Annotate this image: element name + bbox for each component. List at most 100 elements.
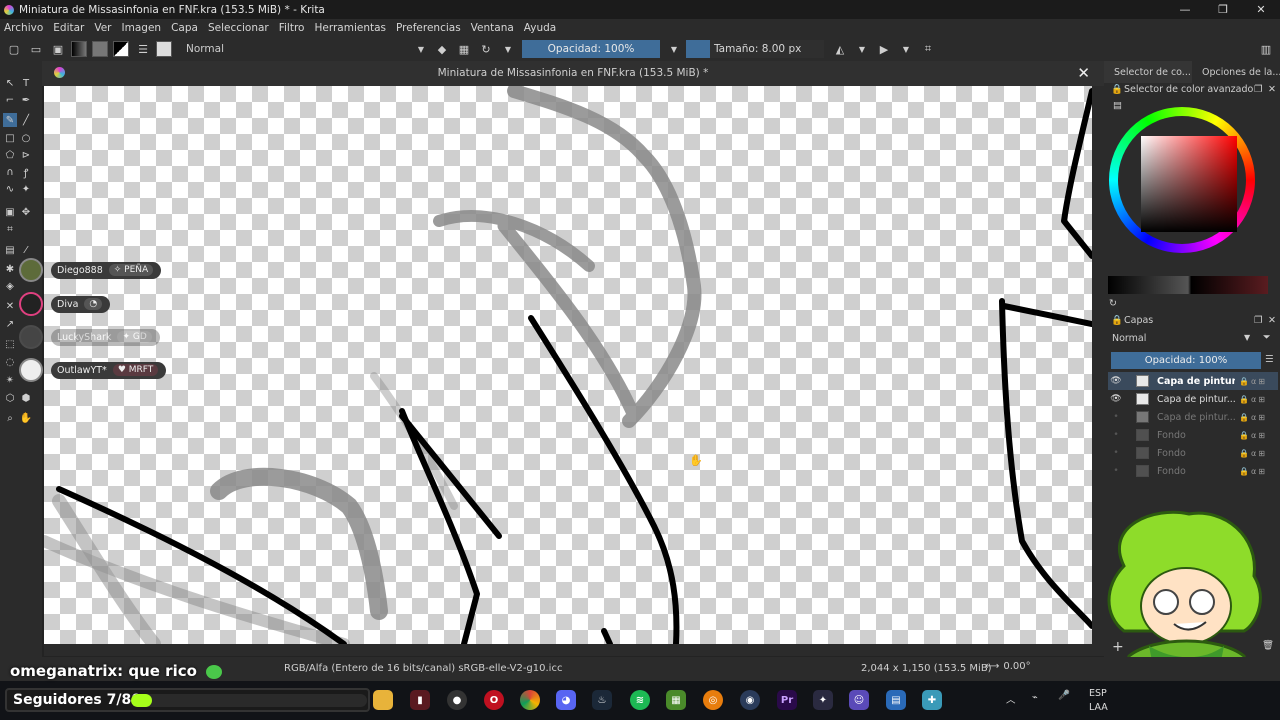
tab-color-selector[interactable]: Selector de co... <box>1104 61 1192 83</box>
magic-wand-icon[interactable]: ✴ <box>3 373 17 387</box>
layer-row[interactable]: • Fondo 🔒α⊞ <box>1108 462 1278 480</box>
language-bottom[interactable]: LAA <box>1089 702 1108 713</box>
dynamic-brush-icon[interactable]: ∿ <box>3 182 17 196</box>
fg-bg-color-swatch[interactable] <box>113 41 129 57</box>
eye-hidden-icon[interactable]: • <box>1108 412 1124 422</box>
minecraft-icon[interactable]: ▦ <box>666 690 686 710</box>
tray-chevron-icon[interactable]: ︿ <box>1006 692 1016 706</box>
blender-icon[interactable]: ◎ <box>703 690 723 710</box>
puzzle-icon[interactable]: ✚ <box>922 690 942 710</box>
open-file-icon[interactable]: ▭ <box>28 41 44 57</box>
app-icon-red[interactable]: ▮ <box>410 690 430 710</box>
save-icon[interactable]: ▣ <box>50 41 66 57</box>
mirror-horizontal-icon[interactable]: ◭ <box>832 41 848 57</box>
file-explorer-icon[interactable] <box>373 690 393 710</box>
eraser-icon[interactable]: ◆ <box>434 41 450 57</box>
blend-mode-select[interactable]: Normal ▼ <box>180 40 428 58</box>
close-document-icon[interactable]: ✕ <box>1077 64 1090 82</box>
edit-shapes-icon[interactable]: ⌐ <box>3 93 17 107</box>
steam-app-icon[interactable]: ◉ <box>740 690 760 710</box>
eye-icon[interactable]: 👁 <box>1108 376 1124 386</box>
pattern-swatch[interactable] <box>92 41 108 57</box>
network-icon[interactable]: ⌁ <box>1032 692 1038 703</box>
layer-row[interactable]: • Fondo 🔒α⊞ <box>1108 444 1278 462</box>
chevron-down-icon[interactable]: ▼ <box>854 41 870 57</box>
gradient-swatch[interactable] <box>71 41 87 57</box>
refresh-icon[interactable]: ↻ <box>1109 298 1117 309</box>
filter-icon[interactable]: ⏷ <box>1263 332 1271 343</box>
float-panel-icon[interactable]: ❐ <box>1254 315 1263 326</box>
layer-row[interactable]: 👁 Capa de pintur... 🔒α⊞ <box>1108 390 1278 408</box>
layer-opacity-slider[interactable]: Opacidad: 100% <box>1111 352 1261 369</box>
close-panel-icon[interactable]: ✕ <box>1268 315 1276 326</box>
text-tool-icon[interactable]: T <box>19 76 33 90</box>
alpha-lock-icon[interactable]: ▦ <box>456 41 472 57</box>
rect-select-icon[interactable]: ⬚ <box>3 337 17 351</box>
ellipse-select-icon[interactable]: ◌ <box>3 355 17 369</box>
saturation-value-square[interactable] <box>1141 136 1237 232</box>
mirror-vertical-icon[interactable]: ▶ <box>876 41 892 57</box>
close-button[interactable]: ✕ <box>1242 0 1280 19</box>
pan-tool-icon[interactable]: ✋ <box>19 411 33 425</box>
freehand-path-icon[interactable]: ꝭ <box>19 165 33 179</box>
layer-row[interactable]: • Capa de pintur... 🔒α⊞ <box>1108 408 1278 426</box>
layer-flags[interactable]: 🔒α⊞ <box>1239 413 1267 422</box>
dock-toggle-icon[interactable]: ▥ <box>1258 41 1274 57</box>
color-history-bar[interactable] <box>1108 276 1268 294</box>
brush-preset-icon[interactable] <box>156 41 172 57</box>
menu-capa[interactable]: Capa <box>171 22 198 34</box>
move-tool-icon[interactable]: ✥ <box>19 205 33 219</box>
spotify-icon[interactable]: ≋ <box>630 690 650 710</box>
eye-hidden-icon[interactable]: • <box>1108 466 1124 476</box>
lock-icon[interactable]: 🔒 <box>1111 315 1123 326</box>
maximize-button[interactable]: ❐ <box>1204 0 1242 19</box>
line-tool-icon[interactable]: ╱ <box>19 113 33 127</box>
select-shapes-icon[interactable]: ↖ <box>3 76 17 90</box>
menu-ver[interactable]: Ver <box>94 22 111 34</box>
menu-ayuda[interactable]: Ayuda <box>524 22 556 34</box>
measure-tool-icon[interactable]: ↗ <box>3 317 17 331</box>
layer-menu-icon[interactable]: ☰ <box>1265 354 1274 365</box>
wrap-around-icon[interactable]: ⌗ <box>920 41 936 57</box>
tab-tool-options[interactable]: Opciones de la... <box>1192 61 1280 83</box>
zoom-tool-icon[interactable]: ⌕ <box>3 411 17 425</box>
premiere-icon[interactable]: Pr <box>777 690 797 710</box>
new-file-icon[interactable]: ▢ <box>6 41 22 57</box>
discord-icon[interactable]: ◕ <box>556 690 576 710</box>
multibrush-icon[interactable]: ✦ <box>19 182 33 196</box>
menu-editar[interactable]: Editar <box>53 22 84 34</box>
polygon-tool-icon[interactable]: ⬠ <box>3 148 17 162</box>
smart-patch-icon[interactable]: ✱ <box>3 262 17 276</box>
brush-settings-icon[interactable]: ☰ <box>135 41 151 57</box>
chevron-down-icon[interactable]: ▼ <box>1244 333 1250 342</box>
color-space-label[interactable]: RGB/Alfa (Entero de 16 bits/canal) sRGB-… <box>284 663 562 674</box>
language-top[interactable]: ESP <box>1089 688 1107 699</box>
color-settings-icon[interactable]: ▤ <box>1113 100 1122 111</box>
krita-taskbar-icon[interactable]: ✦ <box>813 690 833 710</box>
eye-hidden-icon[interactable]: • <box>1108 430 1124 440</box>
menu-filtro[interactable]: Filtro <box>279 22 305 34</box>
eye-icon[interactable]: 👁 <box>1108 394 1124 404</box>
ellipse-tool-icon[interactable]: ○ <box>19 131 33 145</box>
menu-seleccionar[interactable]: Seleccionar <box>208 22 269 34</box>
polyline-tool-icon[interactable]: ⊳ <box>19 148 33 162</box>
bezier-select-icon[interactable]: ⬡ <box>3 391 17 405</box>
chevron-down-icon[interactable]: ▼ <box>500 41 516 57</box>
menu-preferencias[interactable]: Preferencias <box>396 22 461 34</box>
opera-icon[interactable]: O <box>484 690 504 710</box>
layer-flags[interactable]: 🔒α⊞ <box>1239 431 1267 440</box>
chevron-down-icon[interactable]: ▼ <box>898 41 914 57</box>
rectangle-tool-icon[interactable]: □ <box>3 131 17 145</box>
drawing-canvas[interactable]: ✋ <box>44 86 1092 644</box>
layers-blend-select[interactable]: Normal <box>1112 333 1146 344</box>
store-icon[interactable]: ▤ <box>886 690 906 710</box>
eye-hidden-icon[interactable]: • <box>1108 448 1124 458</box>
layer-flags[interactable]: 🔒α⊞ <box>1239 467 1267 476</box>
assistant-tool-icon[interactable]: ✕ <box>3 299 17 313</box>
layer-flags[interactable]: 🔒α⊞ <box>1239 377 1267 386</box>
opacity-slider[interactable]: Opacidad: 100% <box>522 40 660 58</box>
obs-icon[interactable]: ● <box>447 690 467 710</box>
reload-preset-icon[interactable]: ↻ <box>478 41 494 57</box>
bezier-tool-icon[interactable]: ∩ <box>3 165 17 179</box>
calligraphy-icon[interactable]: ✒ <box>19 93 33 107</box>
